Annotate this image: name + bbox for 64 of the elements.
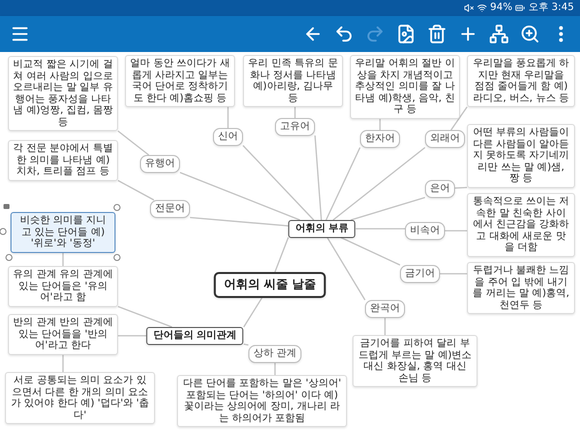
central-topic[interactable]: 어휘의 씨줄 날줄: [214, 272, 326, 298]
label-node[interactable]: 한자어: [360, 130, 400, 148]
note-card[interactable]: 금기어를 피하여 달리 부드럽게 부르는 말 예)변소 대신 화장실, 홍역 대신 손님 등: [352, 335, 478, 387]
connector-line: [440, 273, 467, 274]
connector-line: [454, 186, 468, 189]
note-card[interactable]: 우리말을 풍요롭게 하지만 현재 우리말을 점점 줄어들게 함 예)라디오, 버스, 뉴스 등: [467, 55, 575, 107]
label-node[interactable]: 유행어: [140, 155, 180, 172]
clock: 오후 3:45: [528, 3, 574, 13]
wifi-icon: [477, 3, 488, 13]
handle-icon[interactable]: [0, 228, 6, 236]
trash-icon: [426, 24, 446, 44]
label-node[interactable]: 신어: [213, 128, 243, 146]
connector-line: [118, 180, 154, 201]
connector-line: [118, 306, 172, 328]
note-card[interactable]: 두렵거나 불쾌한 느낌을 주어 입 밖에 내기를 꺼리는 말 예)홍역, 천연두 등: [467, 262, 575, 314]
handle-icon[interactable]: [114, 204, 120, 211]
more-icon: [558, 26, 562, 42]
connector-line: [450, 106, 468, 130]
connector-line: [243, 297, 262, 328]
note-card[interactable]: 어떤 부류의 사람들이 다른 사람들이 알아듣지 못하도록 자기네끼리만 쓰는 말 예)샘, 짱 등: [467, 124, 575, 188]
connector-line: [118, 335, 146, 336]
connector-line: [384, 318, 386, 335]
connector-line: [118, 130, 150, 156]
label-node[interactable]: 비속어: [405, 222, 445, 240]
note-card[interactable]: 우리말 어휘의 절반 이상을 차지 개념적이고 추상적인 의미를 잘 나타냄 예)학생, 음악, 친구 등: [350, 55, 460, 118]
note-card[interactable]: 통속적으로 쓰이는 저속한 말 친숙한 사이에서 친근감을 강화하고 대화에 새로운 맛을 더함: [467, 193, 575, 256]
connector-line: [244, 344, 249, 346]
battery-icon: [515, 3, 526, 13]
label-node[interactable]: 완곡어: [365, 300, 405, 318]
image-file-icon: [396, 24, 416, 44]
topic-node[interactable]: 단어들의 의미관계: [146, 327, 244, 344]
label-node[interactable]: 고유어: [275, 118, 315, 136]
connector-line: [62, 252, 64, 266]
note-card[interactable]: 서로 공통되는 의미 요소가 있으면서 다른 한 개의 의미 요소가 있어야 한다 예) '덥다'와 '춥다': [5, 372, 155, 424]
note-card[interactable]: 얼마 동안 쓰이다가 새롭게 사라지고 일부는 국어 단어로 정착하기도 한다 예)홈쇼핑 등: [125, 55, 235, 107]
connector-line: [294, 107, 296, 118]
label-node[interactable]: 외래어: [425, 130, 465, 148]
mute-icon: [464, 3, 474, 13]
note-card[interactable]: 다른 단어를 포함하는 말은 '상의어' 포함되는 단어는 '하의어' 이다 예) 꽃이라는 상의어에 장미, 개나리 라는 하의어가 포함됨: [177, 375, 347, 427]
connector-line: [379, 118, 381, 130]
note-card[interactable]: 우리 민족 특유의 문화나 정서를 나타냄 예)아리랑, 김나무 등: [243, 55, 343, 107]
battery-level: 94%: [490, 3, 512, 13]
label-node[interactable]: 은어: [425, 180, 455, 198]
handle-icon[interactable]: [6, 254, 12, 260]
hierarchy-icon: [488, 24, 508, 44]
label-node[interactable]: 상하 관계: [248, 345, 302, 362]
connector-line: [274, 362, 276, 375]
connector-line: [62, 354, 64, 372]
note-card[interactable]: 반의 관계 반의 관계에 있는 단어들을 '반의어'라고 한다: [8, 314, 118, 354]
connector-line: [356, 228, 405, 230]
undo-icon: [334, 24, 354, 44]
topic-node[interactable]: 어휘의 부류: [288, 220, 356, 238]
handle-icon[interactable]: [114, 254, 120, 260]
connector-line: [274, 237, 289, 272]
zoom-in-icon: [520, 24, 540, 44]
label-node[interactable]: 전문어: [150, 200, 190, 218]
connector-line: [227, 107, 229, 128]
node-menu-icon[interactable]: [4, 204, 10, 209]
note-card[interactable]: 각 전문 분야에서 특별한 의미를 나타냄 예)치차, 트리플 점프 등: [8, 140, 118, 180]
connector-line: [445, 230, 467, 232]
note-card[interactable]: 유의 관계 유의 관계에 있는 단어들은 '유의어'라고 함: [8, 266, 118, 306]
label-node[interactable]: 금기어: [400, 265, 440, 282]
redo-icon: [364, 24, 384, 44]
note-card[interactable]: 비교적 짧은 시기에 걸쳐 여러 사람의 입으로 오르내리는 말 일부 유행어는 풍자성을 나타냄 예)엉짱, 집컴, 몸짱 등: [8, 56, 118, 131]
